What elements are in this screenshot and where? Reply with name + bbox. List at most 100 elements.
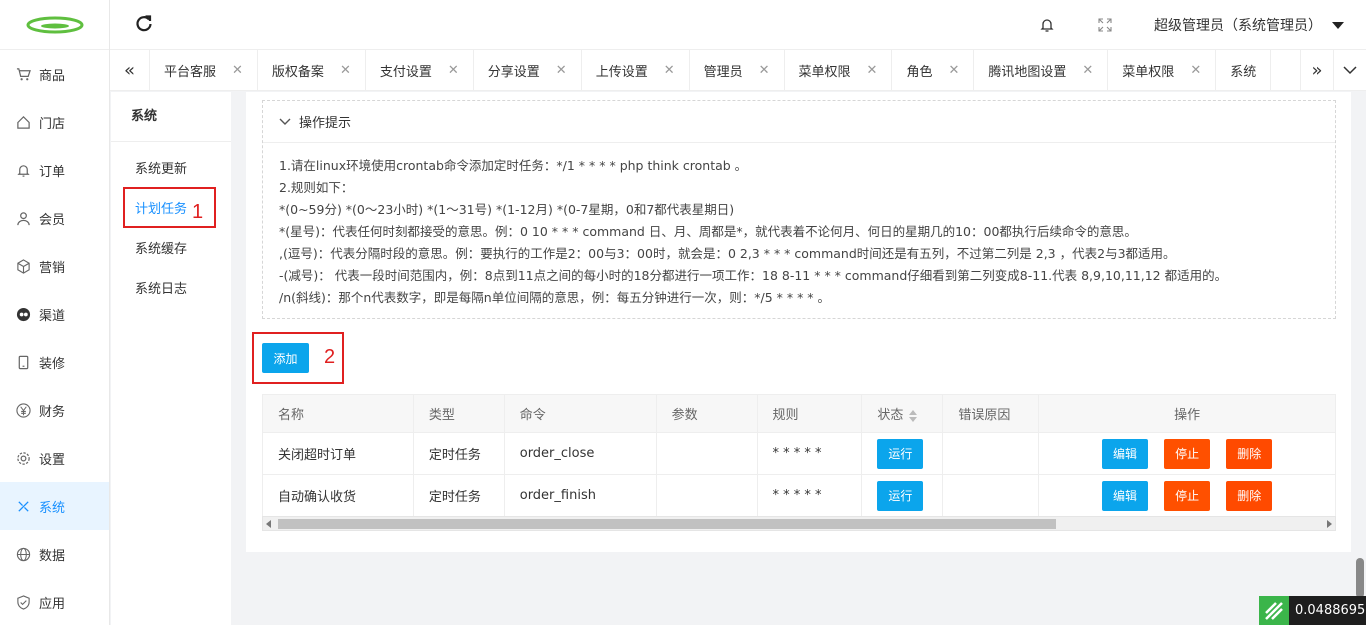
nav-label: 装修 [39,356,66,372]
delete-button[interactable]: 删除 [1226,438,1273,469]
nav-label: 数据 [39,548,66,564]
notification-bell-icon[interactable] [1038,16,1056,34]
tab-payment[interactable]: 支付设置 ✕ [366,50,474,90]
close-icon[interactable]: ✕ [1190,63,1201,78]
scroll-left-arrow-icon[interactable] [266,520,271,528]
tab-menu-permission-2[interactable]: 菜单权限 ✕ [1108,50,1217,90]
nav-item-store[interactable]: 门店 [0,98,109,146]
table-row: 自动确认收货 定时任务 order_finish * * * * * 运行 编辑… [262,474,1336,517]
tab-upload[interactable]: 上传设置 ✕ [582,50,690,90]
sort-icon[interactable] [909,409,918,422]
vertical-scrollbar-thumb[interactable] [1356,558,1364,598]
status-run-button[interactable]: 运行 [877,438,924,469]
nav-item-goods[interactable]: 商品 [0,50,109,98]
tab-system[interactable]: 系统 [1216,50,1272,90]
floating-widget[interactable]: 0.0488695 [1259,596,1366,625]
nav-item-finance[interactable]: 财务 [0,386,109,434]
edit-button[interactable]: 编辑 [1102,480,1148,511]
globe-icon [15,546,31,562]
nav-item-members[interactable]: 会员 [0,194,109,242]
fullscreen-icon[interactable] [1096,16,1114,34]
tab-share[interactable]: 分享设置 ✕ [474,50,582,90]
tab-menu-permission[interactable]: 菜单权限 ✕ [785,50,893,90]
cell-error [942,474,1040,517]
nav-item-marketing[interactable]: 营销 [0,242,109,290]
close-icon[interactable]: ✕ [759,63,770,78]
home-icon [15,114,31,130]
cell-params [655,432,758,475]
delete-button[interactable]: 删除 [1226,480,1273,511]
nav-label: 渠道 [39,308,66,324]
status-run-button[interactable]: 运行 [877,480,924,511]
logo[interactable] [0,0,109,50]
nav-item-apps[interactable]: 应用 [0,578,109,625]
nav-item-orders[interactable]: 订单 [0,146,109,194]
col-header-status[interactable]: 状态 [861,394,944,433]
nav-item-decoration[interactable]: 装修 [0,338,109,386]
submenu-item-system-cache[interactable]: 系统缓存 [111,230,231,270]
scroll-right-arrow-icon[interactable] [1327,520,1332,528]
close-icon[interactable]: ✕ [448,63,459,78]
table-header-row: 名称 类型 命令 参数 规则 状态 错误原因 操作 [262,394,1336,433]
tips-header[interactable]: 操作提示 [263,101,1335,143]
close-icon[interactable]: ✕ [664,63,675,78]
top-header: 超级管理员（系统管理员） [110,0,1366,50]
tips-panel: 操作提示 1.请在linux环境使用crontab命令添加定时任务：*/1 * … [262,100,1336,319]
close-icon[interactable]: ✕ [556,63,567,78]
user-name[interactable]: 超级管理员（系统管理员） [1154,15,1322,35]
yen-icon [15,402,31,418]
cube-icon [15,258,31,274]
tab-admin[interactable]: 管理员 ✕ [690,50,785,90]
tabs-dropdown-chevron-icon[interactable] [1333,50,1366,90]
tab-label: 支付设置 [379,64,432,80]
tips-line: -(减号)： 代表一段时间范围内，例：8点到11点之间的每小时的18分都进行一项… [279,268,1228,283]
close-icon[interactable]: ✕ [340,63,351,78]
close-icon[interactable]: ✕ [232,63,243,78]
tips-line: 1.请在linux环境使用crontab命令添加定时任务：*/1 * * * *… [279,158,748,173]
horizontal-scrollbar[interactable] [262,516,1336,531]
chevron-down-icon [279,115,291,129]
shield-icon [15,594,31,610]
cell-type: 定时任务 [412,474,505,517]
close-icon[interactable]: ✕ [1082,63,1093,78]
submenu-item-system-log[interactable]: 系统日志 [111,270,231,310]
submenu-item-system-update[interactable]: 系统更新 [111,150,231,190]
tasks-table: 名称 类型 命令 参数 规则 状态 错误原因 操作 关闭超时订单 定时任务 or… [262,394,1336,517]
refresh-icon[interactable] [134,14,154,34]
nav-item-system[interactable]: 系统 [0,482,109,530]
tab-tencent-map[interactable]: 腾讯地图设置 ✕ [974,50,1109,90]
tab-label: 菜单权限 [798,64,851,80]
tab-platform-service[interactable]: 平台客服 ✕ [150,50,258,90]
tab-role[interactable]: 角色 ✕ [892,50,975,90]
gear-icon [15,450,31,466]
add-button[interactable]: 添加 [262,343,309,373]
cell-error [942,432,1040,475]
tabs-scroll-right-icon[interactable]: » [1300,50,1333,90]
cell-params [655,474,758,517]
nav-label: 应用 [39,596,66,612]
tabs-bar: « 平台客服 ✕ 版权备案 ✕ 支付设置 ✕ 分享设置 ✕ 上传设置 ✕ 管理员 ✕ 菜单权… [110,50,1366,91]
submenu: 系统 系统更新 计划任务 系统缓存 系统日志 [111,92,231,625]
col-header-type: 类型 [412,394,505,433]
scrollbar-thumb[interactable] [278,519,1056,529]
edit-button[interactable]: 编辑 [1102,438,1148,469]
cell-command: order_finish [503,474,657,517]
nav-item-data[interactable]: 数据 [0,530,109,578]
tab-copyright[interactable]: 版权备案 ✕ [258,50,366,90]
cell-status: 运行 [861,432,944,475]
bell-icon [15,162,31,178]
stop-button[interactable]: 停止 [1164,438,1211,469]
tips-line: /n(斜线)：那个n代表数字，即是每隔n单位间隔的意思，例：每五分钟进行一次，则… [279,290,831,305]
nav-item-settings[interactable]: 设置 [0,434,109,482]
main-panel: 操作提示 1.请在linux环境使用crontab命令添加定时任务：*/1 * … [246,92,1351,552]
nav-item-channel[interactable]: 渠道 [0,290,109,338]
stop-button[interactable]: 停止 [1164,480,1211,511]
tabs-scroll-left-icon[interactable]: « [110,50,150,90]
close-icon[interactable]: ✕ [948,63,959,78]
channel-icon [15,306,31,322]
close-icon[interactable]: ✕ [867,63,878,78]
nav-label: 订单 [39,164,66,180]
col-header-error: 错误原因 [942,394,1040,433]
user-dropdown-caret-icon[interactable] [1332,21,1344,29]
user-icon [15,210,31,226]
